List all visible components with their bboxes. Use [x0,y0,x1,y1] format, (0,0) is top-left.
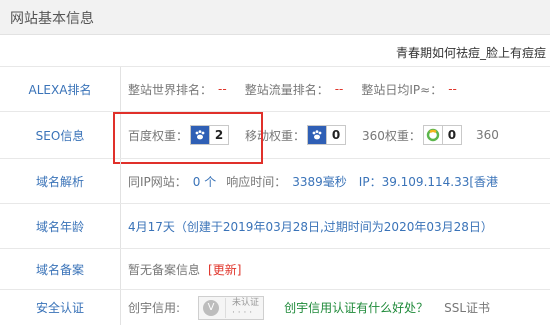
section-title: 网站基本信息 [10,11,94,27]
credit-badge-text: 未认证 · · · · [225,297,260,318]
response-time-key: 响应时间： [226,174,287,189]
ssl-tail-text: SSL证书 [444,301,490,315]
beian-label: 域名备案 [0,249,121,289]
mobile-weight-value: 0 [326,126,345,144]
domain-age-text: 4月17天（创建于2019年03月28日,过期时间为2020年03月28日） [128,219,493,234]
360-weight-key: 360权重： [362,128,421,143]
dns-label: 域名解析 [0,159,121,203]
credit-badge[interactable]: V 未认证 · · · · [198,295,265,320]
credit-badge-sub: · · · · [232,307,253,318]
360-weight-badge[interactable]: 0 [422,125,462,145]
same-ip-key: 同IP网站： [128,174,187,189]
alexa-daily-ip-value: -- [448,82,457,96]
beian-text: 暂无备案信息 [128,262,201,277]
dns-row: 域名解析 同IP网站： 0 个 响应时间： 3389毫秒 IP： 39.109.… [0,159,550,204]
security-label: 安全认证 [0,290,121,325]
360-tail-text: 360 [475,128,499,142]
credit-benefit-link[interactable]: 创宇信用认证有什么好处？ [284,299,428,316]
mobile-weight-badge[interactable]: 0 [307,125,347,145]
ip-value[interactable]: 39.109.114.33[香港 [382,173,498,190]
alexa-traffic-rank-value: -- [334,82,344,96]
highlight-box [113,112,263,164]
credit-key: 创宇信用: [128,301,181,315]
beian-update-link[interactable]: [更新] [208,261,241,278]
seo-label: SEO信息 [0,112,121,158]
site-title: 青春期如何祛痘_脸上有痘痘 [395,46,546,60]
alexa-traffic-rank-key: 整站流量排名： [244,82,329,97]
security-row: 安全认证 创宇信用: V 未认证 · · · · 创宇信用认证有什么好处？ SS… [0,290,550,325]
section-header: 网站基本信息 [0,0,550,35]
seo-row: SEO信息 百度权重： 2 移动权重： 0 360权重： 0 360 [0,112,550,159]
alexa-daily-ip-key: 整站日均IP≈： [361,82,443,97]
alexa-world-rank-key: 整站世界排名： [128,82,213,97]
alexa-label: ALEXA排名 [0,67,121,111]
beian-row: 域名备案 暂无备案信息 [更新] [0,249,550,290]
credit-badge-label: 未认证 [232,297,260,308]
site-title-row: 青春期如何祛痘_脸上有痘痘 [0,34,550,67]
v-check-icon: V [203,299,220,316]
alexa-world-rank-value: -- [218,82,227,96]
domain-age-row: 域名年龄 4月17天（创建于2019年03月28日,过期时间为2020年03月2… [0,204,550,249]
360-weight-value: 0 [441,126,461,144]
ip-key: IP： [358,174,382,189]
same-ip-value[interactable]: 0 个 [193,173,216,190]
mobile-paw-icon [308,126,327,144]
domain-age-label: 域名年龄 [0,204,121,248]
response-time-value: 3389毫秒 [292,174,347,189]
360-ring-icon [424,126,442,144]
alexa-row: ALEXA排名 整站世界排名： -- 整站流量排名： -- 整站日均IP≈： -… [0,67,550,112]
